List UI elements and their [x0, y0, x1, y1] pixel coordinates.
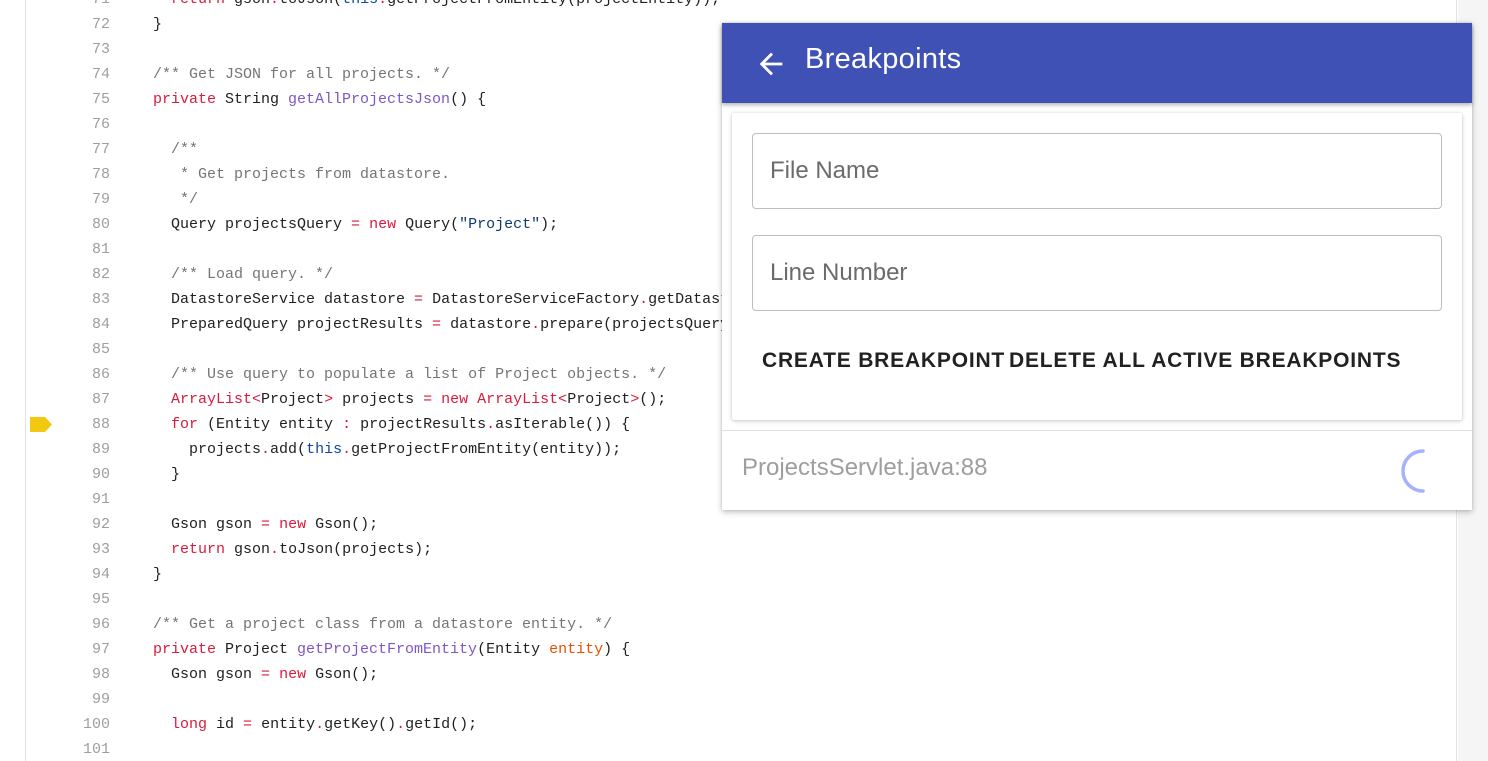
line-number[interactable]: 74	[26, 62, 110, 87]
line-number[interactable]: 99	[26, 687, 110, 712]
code-text: }	[153, 16, 163, 33]
breakpoints-panel: Breakpoints Create Breakpoint Delete All…	[722, 23, 1472, 510]
line-number[interactable]: 80	[26, 212, 110, 237]
breakpoint-marker-icon[interactable]	[30, 417, 52, 432]
code-line: 95	[26, 587, 1456, 612]
code-line: 100 long id = entity.getKey().getId();	[26, 712, 1456, 737]
code-line: 93 return gson.toJson(projects);	[26, 537, 1456, 562]
code-text: /**	[171, 141, 199, 158]
line-number[interactable]: 78	[26, 162, 110, 187]
code-text: /** Get a project class from a datastore…	[153, 616, 613, 633]
line-number[interactable]: 72	[26, 12, 110, 37]
code-text: return gson.toJson(projects);	[171, 541, 433, 558]
line-number[interactable]: 92	[26, 512, 110, 537]
line-number[interactable]: 100	[26, 712, 110, 737]
breakpoint-location: ProjectsServlet.java:88	[742, 454, 988, 481]
line-number[interactable]: 84	[26, 312, 110, 337]
code-line: 92 Gson gson = new Gson();	[26, 512, 1456, 537]
code-line: 94}	[26, 562, 1456, 587]
code-text: long id = entity.getKey().getId();	[171, 716, 478, 733]
line-number-field[interactable]	[752, 235, 1442, 311]
breakpoint-form-card: Create Breakpoint Delete All Active Brea…	[732, 113, 1462, 420]
line-number[interactable]: 101	[26, 737, 110, 761]
line-number[interactable]: 87	[26, 387, 110, 412]
line-number[interactable]: 94	[26, 562, 110, 587]
line-number[interactable]: 97	[26, 637, 110, 662]
code-text: Query projectsQuery = new Query("Project…	[153, 216, 559, 233]
code-text: /** Use query to populate a list of Proj…	[171, 366, 667, 383]
code-line: 99	[26, 687, 1456, 712]
code-text: * Get projects from datastore.	[171, 166, 451, 183]
code-text: projects.add(this.getProjectFromEntity(e…	[153, 441, 622, 458]
code-text: }	[153, 466, 181, 483]
code-text: ArrayList<Project> projects = new ArrayL…	[171, 391, 667, 408]
code-text: /** Get JSON for all projects. */	[153, 66, 451, 83]
line-number-input[interactable]	[753, 236, 1441, 310]
code-text: Gson gson = new Gson();	[153, 516, 379, 533]
line-number[interactable]: 89	[26, 437, 110, 462]
line-number[interactable]: 86	[26, 362, 110, 387]
line-number[interactable]: 82	[26, 262, 110, 287]
file-name-field[interactable]	[752, 133, 1442, 209]
arrow-back-icon[interactable]	[754, 47, 788, 81]
code-text: */	[171, 191, 199, 208]
panel-header: Breakpoints	[722, 23, 1472, 103]
code-text: private Project getProjectFromEntity(Ent…	[153, 641, 631, 658]
line-number[interactable]: 81	[26, 237, 110, 262]
line-number[interactable]: 91	[26, 487, 110, 512]
line-number[interactable]: 98	[26, 662, 110, 687]
code-line: 71 return gson.toJson(this.getProjectFro…	[26, 0, 1456, 12]
line-number[interactable]: 75	[26, 87, 110, 112]
code-text: }	[153, 566, 163, 583]
line-number[interactable]: 96	[26, 612, 110, 637]
code-text: return gson.toJson(this.getProjectFromEn…	[153, 0, 720, 12]
code-text: private String getAllProjectsJson() {	[153, 91, 487, 108]
panel-title: Breakpoints	[805, 43, 962, 75]
line-number[interactable]: 95	[26, 587, 110, 612]
line-number[interactable]: 73	[26, 37, 110, 62]
delete-all-breakpoints-button[interactable]: Delete All Active Breakpoints	[999, 339, 1411, 383]
line-number[interactable]: 71	[26, 0, 110, 12]
loading-spinner-icon	[1401, 449, 1425, 493]
code-line: 97 private Project getProjectFromEntity(E…	[26, 637, 1456, 662]
code-line: 96 /** Get a project class from a datasto…	[26, 612, 1456, 637]
create-breakpoint-button[interactable]: Create Breakpoint	[752, 339, 1015, 383]
code-line: 98 Gson gson = new Gson();	[26, 662, 1456, 687]
line-number[interactable]: 85	[26, 337, 110, 362]
line-number[interactable]: 77	[26, 137, 110, 162]
line-number[interactable]: 76	[26, 112, 110, 137]
file-name-input[interactable]	[753, 134, 1441, 208]
line-number[interactable]: 83	[26, 287, 110, 312]
code-text: Gson gson = new Gson();	[153, 666, 379, 683]
line-number[interactable]: 93	[26, 537, 110, 562]
line-number[interactable]: 90	[26, 462, 110, 487]
code-text: /** Load query. */	[171, 266, 334, 283]
breakpoint-list-item[interactable]: ProjectsServlet.java:88	[722, 430, 1472, 510]
code-text: PreparedQuery projectResults = datastore…	[153, 316, 748, 333]
code-line: 101	[26, 737, 1456, 761]
line-number[interactable]: 79	[26, 187, 110, 212]
code-text: for (Entity entity : projectResults.asIt…	[171, 416, 631, 433]
